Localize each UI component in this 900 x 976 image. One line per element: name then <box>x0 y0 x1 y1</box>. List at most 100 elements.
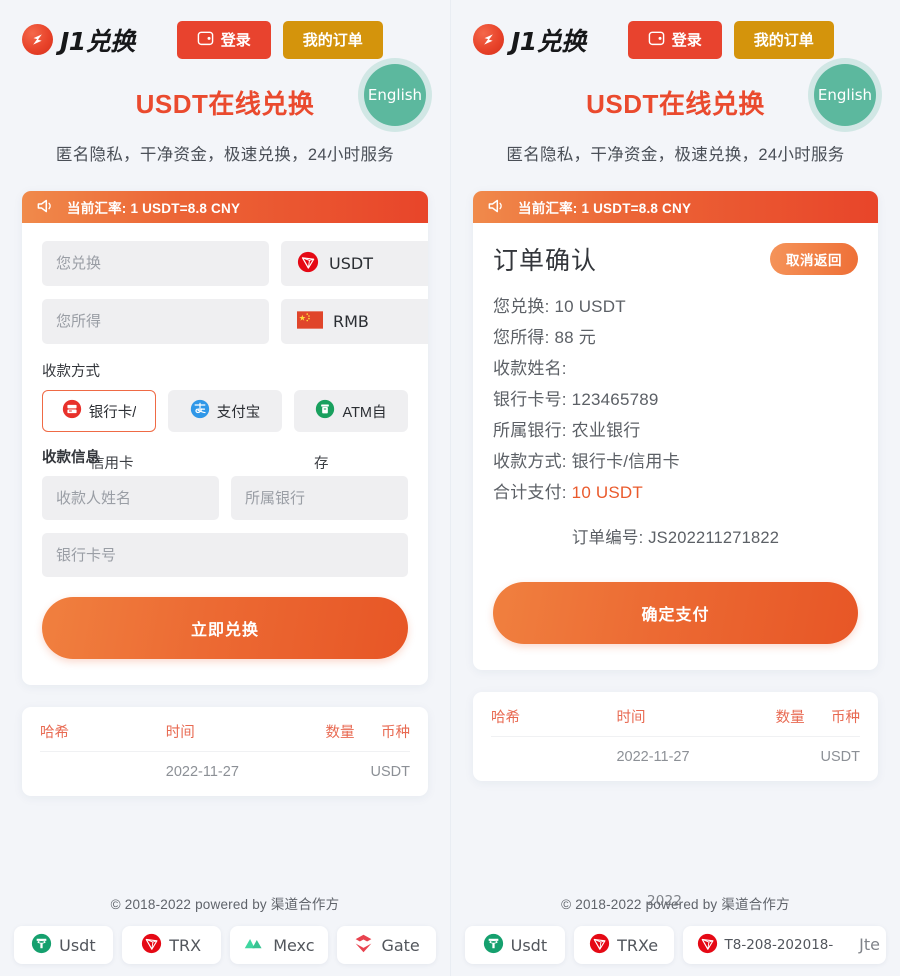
order-line-card-number-label: 银行卡号: <box>493 390 567 409</box>
submit-exchange-button[interactable]: 立即兑换 <box>42 597 408 659</box>
payee-bank-input[interactable] <box>231 476 408 520</box>
brand-logo[interactable]: J1兑换 <box>22 22 135 58</box>
payment-method-alipay[interactable]: 支付宝 <box>168 390 282 432</box>
th-hash: 哈希 <box>491 710 520 726</box>
atm-icon <box>315 399 335 423</box>
partner-chip-usdt[interactable]: Usdt <box>14 926 113 964</box>
receive-coin-label: RMB <box>333 312 369 331</box>
th-amount: 数量 <box>325 725 355 741</box>
language-switch-button-right[interactable]: English <box>814 64 876 126</box>
th-time: 时间 <box>165 725 195 741</box>
lightning-circle-logo-icon <box>473 24 504 55</box>
cancel-return-button[interactable]: 取消返回 <box>770 243 858 275</box>
order-line-card-number-value: 123465789 <box>571 390 659 409</box>
pay-amount-input[interactable] <box>42 241 269 286</box>
partner-chip-overflow-right[interactable]: T8-208-202018- Jte <box>682 926 887 964</box>
partner-chip-list-right: Usdt TRXe T8-208-202018- Jte <box>465 926 887 964</box>
app-screen: J1兑换 登录 我的订单 USDT在线兑换 匿名隐私，干净资金，极速兑换，24小… <box>0 0 900 976</box>
copyright-text: © 2018-2022 powered by 渠道合作方 <box>110 897 340 912</box>
hero-section: USDT在线兑换 匿名隐私，干净资金，极速兑换，24小时服务 English <box>22 64 428 165</box>
mexc-icon <box>243 934 266 956</box>
order-line-exchange: 您兑换: 10 USDT <box>493 291 858 322</box>
tron-icon <box>589 933 610 958</box>
order-number-row: 订单编号: JS202211271822 <box>493 524 858 548</box>
partner-chip-ghost-artifact: Jte <box>859 935 881 954</box>
my-orders-button-label: 我的订单 <box>302 31 363 49</box>
payment-method-bankcard-label: 银行卡/ <box>88 404 137 421</box>
partner-chip-trx-right-label: TRXe <box>617 935 659 955</box>
rate-banner-text: 当前汇率: 1 USDT=8.8 CNY <box>518 201 692 216</box>
pay-row: USDT <box>42 241 428 286</box>
tron-icon <box>697 933 718 958</box>
payee-name-input[interactable] <box>42 476 219 520</box>
login-button[interactable]: 登录 <box>176 20 271 59</box>
partner-chip-trx-label: TRX <box>169 935 202 955</box>
partner-chip-usdt-right-label: Usdt <box>510 935 548 955</box>
td-coin: USDT <box>370 764 410 780</box>
table-row: 2022-11-27 USDT <box>40 752 410 780</box>
table-header-row: 哈希 时间 数量 币种 <box>491 706 860 737</box>
order-line-total: 合计支付: 10 USDT <box>493 477 858 508</box>
order-line-total-label: 合计支付: <box>493 483 567 502</box>
rate-banner-right: 当前汇率: 1 USDT=8.8 CNY <box>473 191 878 223</box>
order-line-method: 收款方式: 银行卡/信用卡 <box>493 446 858 477</box>
payee-fields-row <box>42 476 408 520</box>
login-button-right[interactable]: 登录 <box>627 20 722 59</box>
th-time: 时间 <box>616 710 646 726</box>
partner-chip-mexc[interactable]: Mexc <box>229 926 329 964</box>
payment-method-atm-label: ATM自 <box>342 404 387 421</box>
th-coin: 币种 <box>380 725 410 741</box>
partner-chip-usdt-right[interactable]: Usdt <box>465 926 565 964</box>
order-confirm-header: 订单确认 取消返回 <box>493 241 858 277</box>
top-navigation-bar: J1兑换 登录 我的订单 <box>22 0 428 62</box>
copyright-text-right-main: © 2018-2022 powered by 渠道合作方 <box>561 897 790 912</box>
td-coin: USDT <box>820 749 860 765</box>
payee-card-number-input[interactable] <box>42 533 408 577</box>
payment-method-atm[interactable]: ATM自 <box>294 390 408 432</box>
tron-icon <box>141 933 162 958</box>
order-number-value: JS202211271822 <box>648 529 780 547</box>
receive-amount-input[interactable] <box>42 299 269 344</box>
bank-card-icon <box>62 399 82 423</box>
partner-chip-trx-right[interactable]: TRXe <box>573 926 674 964</box>
confirm-button-wrap: 确定支付 <box>493 582 858 644</box>
hash-table-right: 哈希 时间 数量 币种 2022-11-27 USDT <box>473 692 878 781</box>
hash-table-left: 哈希 时间 数量 币种 2022-11-27 USDT <box>22 707 428 796</box>
confirm-payment-button[interactable]: 确定支付 <box>493 582 858 644</box>
payment-method-bankcard[interactable]: 银行卡/ <box>42 390 156 432</box>
rate-banner-text: 当前汇率: 1 USDT=8.8 CNY <box>67 201 241 216</box>
order-line-receive-value: 88 元 <box>554 328 596 347</box>
hero-section-right: USDT在线兑换 匿名隐私，干净资金，极速兑换，24小时服务 English <box>473 64 878 165</box>
order-line-exchange-value: 10 USDT <box>554 297 626 316</box>
hero-subtitle: 匿名隐私，干净资金，极速兑换，24小时服务 <box>55 146 395 164</box>
partner-chip-gate[interactable]: Gate <box>337 926 436 964</box>
receive-coin-selector[interactable]: RMB <box>281 299 428 344</box>
wallet-icon <box>648 30 665 50</box>
partner-chip-mexc-label: Mexc <box>273 935 315 955</box>
th-hash: 哈希 <box>40 725 69 741</box>
left-pane: J1兑换 登录 我的订单 USDT在线兑换 匿名隐私，干净资金，极速兑换，24小… <box>0 0 450 976</box>
order-confirm-body: 订单确认 取消返回 您兑换: 10 USDT 您所得: 88 元 收款姓名: 银… <box>473 223 878 670</box>
order-line-payee-name-label: 收款姓名: <box>493 359 567 378</box>
brand-logo-right[interactable]: J1兑换 <box>473 22 586 58</box>
table-row: 2022-11-27 USDT <box>491 737 860 765</box>
language-switch-button[interactable]: English <box>364 64 426 126</box>
my-orders-button[interactable]: 我的订单 <box>282 20 383 59</box>
lightning-circle-logo-icon <box>22 24 53 55</box>
alipay-icon <box>190 399 210 423</box>
login-button-label: 登录 <box>220 31 251 49</box>
order-line-method-value: 银行卡/信用卡 <box>571 452 680 471</box>
order-confirm-card: 当前汇率: 1 USDT=8.8 CNY 订单确认 取消返回 您兑换: 10 U… <box>473 191 878 670</box>
order-line-method-label: 收款方式: <box>493 452 567 471</box>
footer-left: © 2018-2022 powered by 渠道合作方 Usdt TRX Me… <box>0 893 450 976</box>
wallet-icon <box>197 30 214 50</box>
pay-coin-selector[interactable]: USDT <box>281 241 428 286</box>
brand-logo-text: J1兑换 <box>511 26 586 56</box>
th-amount: 数量 <box>775 710 805 726</box>
order-line-receive-label: 您所得: <box>493 328 550 347</box>
rate-banner: 当前汇率: 1 USDT=8.8 CNY <box>22 191 428 223</box>
order-line-receive: 您所得: 88 元 <box>493 322 858 353</box>
td-time: 2022-11-27 <box>165 764 239 780</box>
my-orders-button-right[interactable]: 我的订单 <box>733 20 834 59</box>
partner-chip-trx[interactable]: TRX <box>121 926 221 964</box>
